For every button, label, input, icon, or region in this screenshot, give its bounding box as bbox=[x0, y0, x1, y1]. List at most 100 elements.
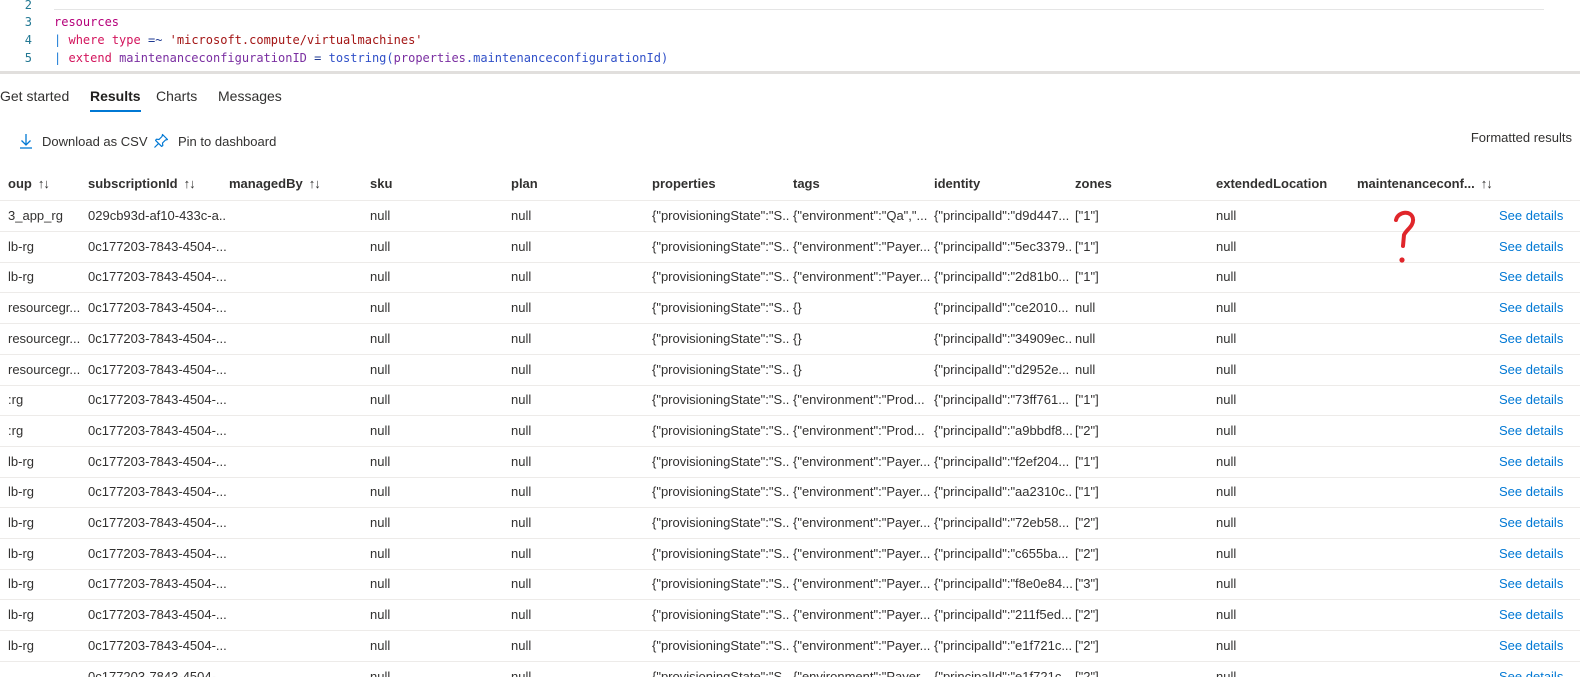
table-cell: ["3"] bbox=[1075, 576, 1099, 592]
table-cell: null bbox=[1075, 330, 1096, 346]
sort-icon[interactable]: ↑↓ bbox=[1481, 176, 1493, 191]
sort-icon[interactable]: ↑↓ bbox=[309, 176, 321, 191]
tab-results[interactable]: Results bbox=[90, 86, 141, 112]
see-details-link[interactable]: See details bbox=[1499, 662, 1579, 677]
code-token: | bbox=[54, 51, 62, 65]
table-cell: null bbox=[1216, 330, 1237, 346]
see-details-link[interactable]: See details bbox=[1499, 631, 1579, 661]
column-header-properties[interactable]: properties bbox=[652, 168, 792, 200]
table-cell: lb-rg bbox=[8, 269, 35, 285]
results-toolbar: Download as CSV Pin to dashboard Formatt… bbox=[0, 128, 1580, 156]
table-cell: {"principalId":"aa2310c... bbox=[934, 484, 1072, 500]
table-cell bbox=[229, 385, 367, 415]
query-editor[interactable]: 2 3 resources 4 | where type =~ 'microso… bbox=[0, 0, 1580, 70]
column-header-label: plan bbox=[511, 176, 538, 191]
table-cell: null bbox=[511, 238, 532, 254]
line-number: 4 bbox=[24, 33, 32, 47]
column-header-sku[interactable]: sku bbox=[370, 168, 510, 200]
tab-get-started[interactable]: Get started bbox=[0, 86, 69, 112]
column-header-maintenanceconf[interactable]: maintenanceconf... ↑↓ bbox=[1357, 168, 1511, 200]
table-row: lb-rg 0c177203-7843-4504-... null null {"pro… bbox=[0, 539, 1580, 570]
table-cell: 0c177203-7843-4504-... bbox=[88, 361, 226, 377]
table-cell: null bbox=[1216, 637, 1237, 653]
column-header-label: identity bbox=[934, 176, 981, 191]
column-header-subscriptionid[interactable]: subscriptionId ↑↓ bbox=[88, 168, 228, 200]
column-header-managedby[interactable]: managedBy ↑↓ bbox=[229, 168, 369, 200]
table-cell: null bbox=[1216, 576, 1237, 592]
column-header-label: oup bbox=[8, 176, 32, 191]
see-details-link[interactable]: See details bbox=[1499, 262, 1579, 292]
table-cell bbox=[1357, 539, 1489, 569]
table-cell: {"provisioningState":"S... bbox=[652, 576, 790, 592]
table-cell: resourcegr... bbox=[8, 330, 81, 346]
table-cell: :rg bbox=[8, 392, 24, 408]
table-cell: {"environment":"Payer... bbox=[793, 484, 931, 500]
table-cell: lb-rg bbox=[8, 607, 35, 623]
column-header-zones[interactable]: zones bbox=[1075, 168, 1215, 200]
see-details-link[interactable]: See details bbox=[1499, 324, 1579, 354]
table-cell: 0c177203-7843-4504-... bbox=[88, 484, 226, 500]
see-details-link[interactable]: See details bbox=[1499, 416, 1579, 446]
table-cell: {"environment":"Payer... bbox=[793, 637, 931, 653]
see-details-link[interactable]: See details bbox=[1499, 508, 1579, 538]
table-cell bbox=[1357, 631, 1489, 661]
table-cell bbox=[229, 232, 367, 262]
see-details-link[interactable]: See details bbox=[1499, 293, 1579, 323]
table-cell: {"principalId":"d2952e... bbox=[934, 361, 1070, 377]
table-cell: 0c177203-7843-4504-... bbox=[88, 238, 226, 254]
table-row: resourcegr... 0c177203-7843-4504-... null n… bbox=[0, 355, 1580, 386]
formatted-results-toggle-label[interactable]: Formatted results bbox=[1471, 130, 1572, 145]
table-cell: 0c177203-7843-4504-... bbox=[88, 637, 226, 653]
see-details-link[interactable]: See details bbox=[1499, 539, 1579, 569]
download-icon bbox=[20, 134, 32, 149]
column-header-extendedlocation[interactable]: extendedLocation bbox=[1216, 168, 1356, 200]
code-line-2: 2 bbox=[0, 0, 1580, 14]
table-cell: null bbox=[511, 545, 532, 561]
table-cell: {"environment":"Payer... bbox=[793, 269, 931, 285]
see-details-link[interactable]: See details bbox=[1499, 385, 1579, 415]
table-cell: lb-rg bbox=[8, 576, 35, 592]
table-cell: {"provisioningState":"S... bbox=[652, 515, 790, 530]
table-row: lb-rg 0c177203-7843-4504-... null null {"pro… bbox=[0, 477, 1580, 509]
see-details-link[interactable]: See details bbox=[1499, 447, 1579, 477]
table-cell: null bbox=[370, 300, 391, 316]
table-cell: {"provisioningState":"S... bbox=[652, 637, 790, 653]
sort-icon[interactable]: ↑↓ bbox=[184, 176, 196, 191]
table-cell: {"principalId":"72eb58... bbox=[934, 515, 1070, 530]
table-cell: null bbox=[1075, 361, 1096, 377]
table-cell: {"environment":"Payer... bbox=[793, 453, 931, 469]
table-cell: 0c177203-7843-4504-... bbox=[88, 330, 226, 346]
see-details-link[interactable]: See details bbox=[1499, 232, 1579, 262]
table-cell bbox=[229, 355, 367, 385]
tab-messages[interactable]: Messages bbox=[218, 86, 282, 112]
table-cell: ["1"] bbox=[1075, 238, 1099, 254]
code-token: 'microsoft.compute/virtualmachines' bbox=[169, 33, 423, 47]
code-line-3: 3 resources bbox=[0, 13, 1580, 31]
table-cell: lb-rg bbox=[8, 453, 35, 469]
column-header-resource-group[interactable]: oup ↑↓ bbox=[8, 168, 86, 200]
column-header-identity[interactable]: identity bbox=[934, 168, 1074, 200]
column-header-tags[interactable]: tags bbox=[793, 168, 933, 200]
see-details-link[interactable]: See details bbox=[1499, 201, 1579, 231]
download-csv-button[interactable]: Download as CSV bbox=[19, 128, 148, 154]
results-grid: oup ↑↓ subscriptionId ↑↓ managedBy ↑↓ sku plan p… bbox=[0, 168, 1580, 677]
table-cell: lb-rg bbox=[8, 238, 35, 254]
sort-icon[interactable]: ↑↓ bbox=[38, 176, 50, 191]
table-cell: {"provisioningState":"S... bbox=[652, 453, 790, 469]
table-cell: {"principalId":"e1f721c... bbox=[934, 637, 1072, 653]
table-cell: ["2"] bbox=[1075, 607, 1099, 623]
table-cell: null bbox=[1216, 484, 1237, 500]
see-details-link[interactable]: See details bbox=[1499, 355, 1579, 385]
table-cell: null bbox=[370, 330, 391, 346]
see-details-link[interactable]: See details bbox=[1499, 569, 1579, 599]
pin-to-dashboard-button[interactable]: Pin to dashboard bbox=[153, 128, 276, 154]
editor-splitter[interactable] bbox=[0, 71, 1580, 74]
table-cell: null bbox=[511, 637, 532, 653]
see-details-link[interactable]: See details bbox=[1499, 477, 1579, 507]
table-cell: {} bbox=[793, 300, 802, 316]
tab-charts[interactable]: Charts bbox=[156, 86, 197, 112]
table-cell: null bbox=[370, 484, 391, 500]
column-header-plan[interactable]: plan bbox=[511, 168, 651, 200]
see-details-link[interactable]: See details bbox=[1499, 600, 1579, 630]
table-cell: null bbox=[511, 269, 532, 285]
